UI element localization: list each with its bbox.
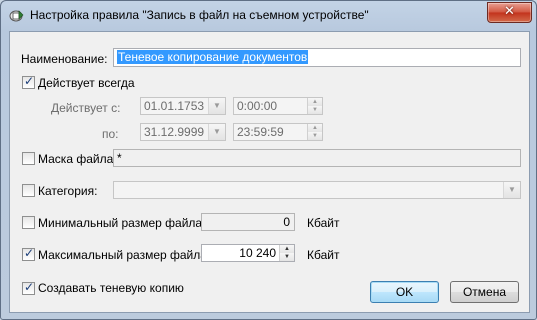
max-size-label: Максимальный размер файла: bbox=[38, 248, 211, 262]
chevron-down-icon[interactable]: ▼ bbox=[503, 182, 520, 198]
arrow-down-icon[interactable]: ▼ bbox=[308, 132, 322, 140]
max-size-spinner[interactable]: ▲ ▼ bbox=[279, 245, 294, 261]
window-title: Настройка правила "Запись в файл на съем… bbox=[30, 8, 369, 22]
file-mask-label: Маска файла: bbox=[38, 152, 117, 166]
chevron-down-icon[interactable]: ▼ bbox=[208, 124, 225, 140]
min-size-value: 0 bbox=[283, 215, 290, 229]
arrow-down-icon[interactable]: ▼ bbox=[308, 106, 322, 114]
shadow-copy-label: Создавать теневую копию bbox=[38, 281, 184, 295]
max-size-checkbox[interactable]: ✓ bbox=[22, 246, 35, 261]
max-size-unit: Кбайт bbox=[307, 248, 340, 262]
name-label: Наименование: bbox=[21, 52, 108, 66]
active-from-time-value: 0:00:00 bbox=[237, 99, 278, 113]
chevron-down-icon[interactable]: ▼ bbox=[208, 98, 225, 114]
category-select[interactable]: ▼ bbox=[113, 181, 521, 199]
min-size-unit: Кбайт bbox=[307, 216, 340, 230]
active-from-time-input[interactable]: 0:00:00 ▲ ▼ bbox=[233, 97, 323, 115]
title-bar[interactable]: Настройка правила "Запись в файл на съем… bbox=[1, 1, 536, 31]
close-icon: ✕ bbox=[504, 4, 515, 19]
active-to-time-input[interactable]: 23:59:59 ▲ ▼ bbox=[233, 123, 323, 141]
ok-button[interactable]: OK bbox=[370, 281, 439, 303]
active-to-date-value: 31.12.9999 bbox=[144, 125, 205, 139]
category-label: Категория: bbox=[38, 184, 98, 198]
active-to-label: по: bbox=[102, 127, 119, 141]
always-active-label: Действует всегда bbox=[38, 76, 135, 90]
active-from-time-spinner[interactable]: ▲ ▼ bbox=[307, 98, 322, 114]
file-mask-input[interactable]: * bbox=[113, 149, 521, 167]
active-to-time-value: 23:59:59 bbox=[237, 125, 284, 139]
rule-settings-icon bbox=[9, 10, 24, 22]
checkmark-icon: ✓ bbox=[24, 246, 35, 260]
checkmark-icon: ✓ bbox=[24, 74, 35, 88]
max-size-input[interactable]: 10 240 ▲ ▼ bbox=[201, 244, 295, 262]
file-mask-checkbox[interactable] bbox=[22, 152, 35, 165]
shadow-copy-checkbox[interactable]: ✓ bbox=[22, 280, 35, 295]
file-mask-value: * bbox=[117, 151, 122, 165]
dialog-body: Наименование: Теневое копирование докуме… bbox=[9, 31, 530, 313]
min-size-input[interactable]: 0 bbox=[201, 213, 295, 231]
checkmark-icon: ✓ bbox=[24, 280, 35, 294]
dialog-window: Настройка правила "Запись в файл на съем… bbox=[0, 0, 537, 320]
arrow-down-icon[interactable]: ▼ bbox=[280, 253, 294, 261]
category-checkbox[interactable] bbox=[22, 184, 35, 197]
cancel-button[interactable]: Отмена bbox=[450, 281, 519, 303]
name-input-value: Теневое копирование документов bbox=[117, 50, 309, 64]
max-size-value: 10 240 bbox=[239, 246, 276, 260]
active-from-date-value: 01.01.1753 bbox=[144, 99, 205, 113]
name-input[interactable]: Теневое копирование документов bbox=[113, 48, 521, 67]
always-active-checkbox[interactable]: ✓ bbox=[22, 74, 35, 89]
active-from-label: Действует с: bbox=[51, 101, 121, 115]
close-button[interactable]: ✕ bbox=[487, 2, 532, 23]
active-to-date-picker[interactable]: 31.12.9999 ▼ bbox=[140, 123, 226, 141]
active-to-time-spinner[interactable]: ▲ ▼ bbox=[307, 124, 322, 140]
min-size-checkbox[interactable] bbox=[22, 216, 35, 229]
min-size-label: Минимальный размер файла: bbox=[38, 216, 206, 230]
active-from-date-picker[interactable]: 01.01.1753 ▼ bbox=[140, 97, 226, 115]
